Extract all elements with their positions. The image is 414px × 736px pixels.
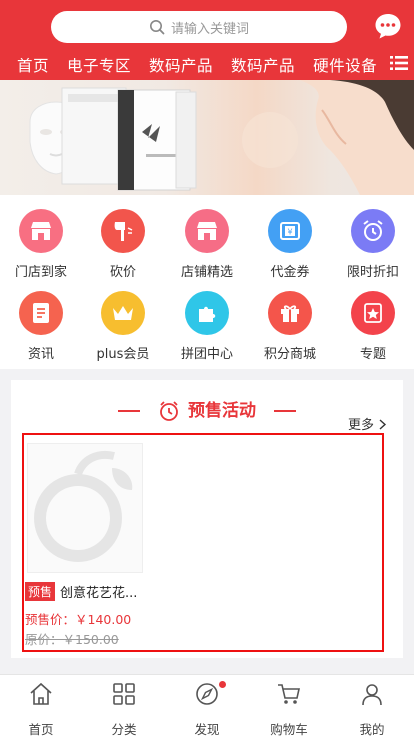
category-news[interactable]: 资讯 <box>0 277 82 362</box>
tab-label: 购物车 <box>270 722 308 736</box>
category-plus-member[interactable]: plus会员 <box>82 277 164 362</box>
tab-category[interactable]: 分类 <box>94 681 154 736</box>
star-tag-icon <box>351 291 395 335</box>
title-divider-left <box>118 410 141 412</box>
category-shop-picks[interactable]: 店铺精选 <box>166 195 248 280</box>
alarm-clock-icon <box>160 401 178 421</box>
category-group-buy[interactable]: 拼团中心 <box>166 277 248 362</box>
presale-tag: 预售 <box>25 582 56 601</box>
category-flash-discount[interactable]: 限时折扣 <box>332 195 414 280</box>
presale-section: 预售活动 更多 预售 创意花艺花... 预售价：￥140.00 原价：￥150.… <box>11 380 403 658</box>
nav-tab-electronics[interactable]: 电子专区 <box>67 54 131 76</box>
shop-icon <box>185 209 229 253</box>
axe-icon <box>101 209 145 253</box>
puzzle-icon <box>185 291 229 335</box>
banner-image <box>29 80 414 195</box>
tab-mine[interactable]: 我的 <box>342 681 402 736</box>
category-label: plus会员 <box>96 347 150 362</box>
category-coupon[interactable]: ¥ 代金券 <box>249 195 331 280</box>
tab-discover[interactable]: 发现 <box>177 681 237 736</box>
category-label: 专题 <box>359 347 386 362</box>
category-store-delivery[interactable]: 门店到家 <box>0 195 82 280</box>
category-label: 积分商城 <box>263 347 316 362</box>
message-icon[interactable] <box>373 11 403 41</box>
product-card[interactable]: 预售 创意花艺花... 预售价：￥140.00 原价：￥150.00 <box>22 433 384 652</box>
tab-label: 发现 <box>194 722 220 736</box>
coupon-icon: ¥ <box>268 209 312 253</box>
category-topics[interactable]: 专题 <box>332 277 414 362</box>
tab-label: 分类 <box>111 722 137 736</box>
user-icon <box>362 684 382 706</box>
promo-banner[interactable] <box>0 80 414 195</box>
nav-tab-digital-2[interactable]: 数码产品 <box>231 54 295 76</box>
news-icon <box>19 291 63 335</box>
category-nav: 首页 电子专区 数码产品 数码产品 硬件设备 <box>0 50 414 80</box>
tab-label: 首页 <box>28 722 54 736</box>
nav-tab-digital-1[interactable]: 数码产品 <box>149 54 213 76</box>
tab-home[interactable]: 首页 <box>11 681 71 736</box>
notification-dot <box>219 681 226 688</box>
product-image-placeholder <box>27 443 143 573</box>
presale-title: 预售活动 <box>188 401 256 421</box>
nav-tab-home[interactable]: 首页 <box>17 54 49 76</box>
category-label: 资讯 <box>27 347 54 362</box>
search-placeholder: 请输入关键词 <box>170 21 249 37</box>
category-label: 拼团中心 <box>180 347 233 362</box>
more-label: 更多 <box>348 418 375 433</box>
title-divider-right <box>273 410 296 412</box>
more-link[interactable]: 更多 <box>348 414 387 433</box>
category-grid: 门店到家 砍价 店铺精选 ¥ 代金券 限时折扣 资讯 plus会员 拼团中心 积… <box>0 195 414 369</box>
store-icon <box>19 209 63 253</box>
category-points-mall[interactable]: 积分商城 <box>249 277 331 362</box>
search-icon <box>149 20 165 35</box>
category-bargain[interactable]: 砍价 <box>82 195 164 280</box>
bottom-tabbar: 首页 分类 发现 购物车 我的 <box>0 674 414 736</box>
gift-icon <box>268 291 312 335</box>
alarm-clock-icon <box>351 209 395 253</box>
cart-icon <box>278 684 300 704</box>
section-title: 预售活动 <box>11 396 403 422</box>
tab-label: 我的 <box>359 722 385 736</box>
presale-price: 预售价：￥140.00 <box>25 612 132 627</box>
crown-icon <box>101 291 145 335</box>
nav-tab-hardware[interactable]: 硬件设备 <box>313 54 377 76</box>
home-icon <box>30 682 52 705</box>
chevron-right-icon <box>379 419 387 430</box>
original-price: 原价：￥150.00 <box>25 632 119 647</box>
tab-cart[interactable]: 购物车 <box>259 681 319 736</box>
svg-text:¥: ¥ <box>287 228 292 237</box>
menu-icon[interactable] <box>390 55 408 71</box>
search-bar[interactable]: 请输入关键词 <box>51 11 347 43</box>
compass-icon <box>196 683 218 705</box>
product-name: 创意花艺花... <box>60 586 138 601</box>
app-header: 请输入关键词 首页 电子专区 数码产品 数码产品 硬件设备 <box>0 0 414 80</box>
category-icon <box>113 683 135 705</box>
